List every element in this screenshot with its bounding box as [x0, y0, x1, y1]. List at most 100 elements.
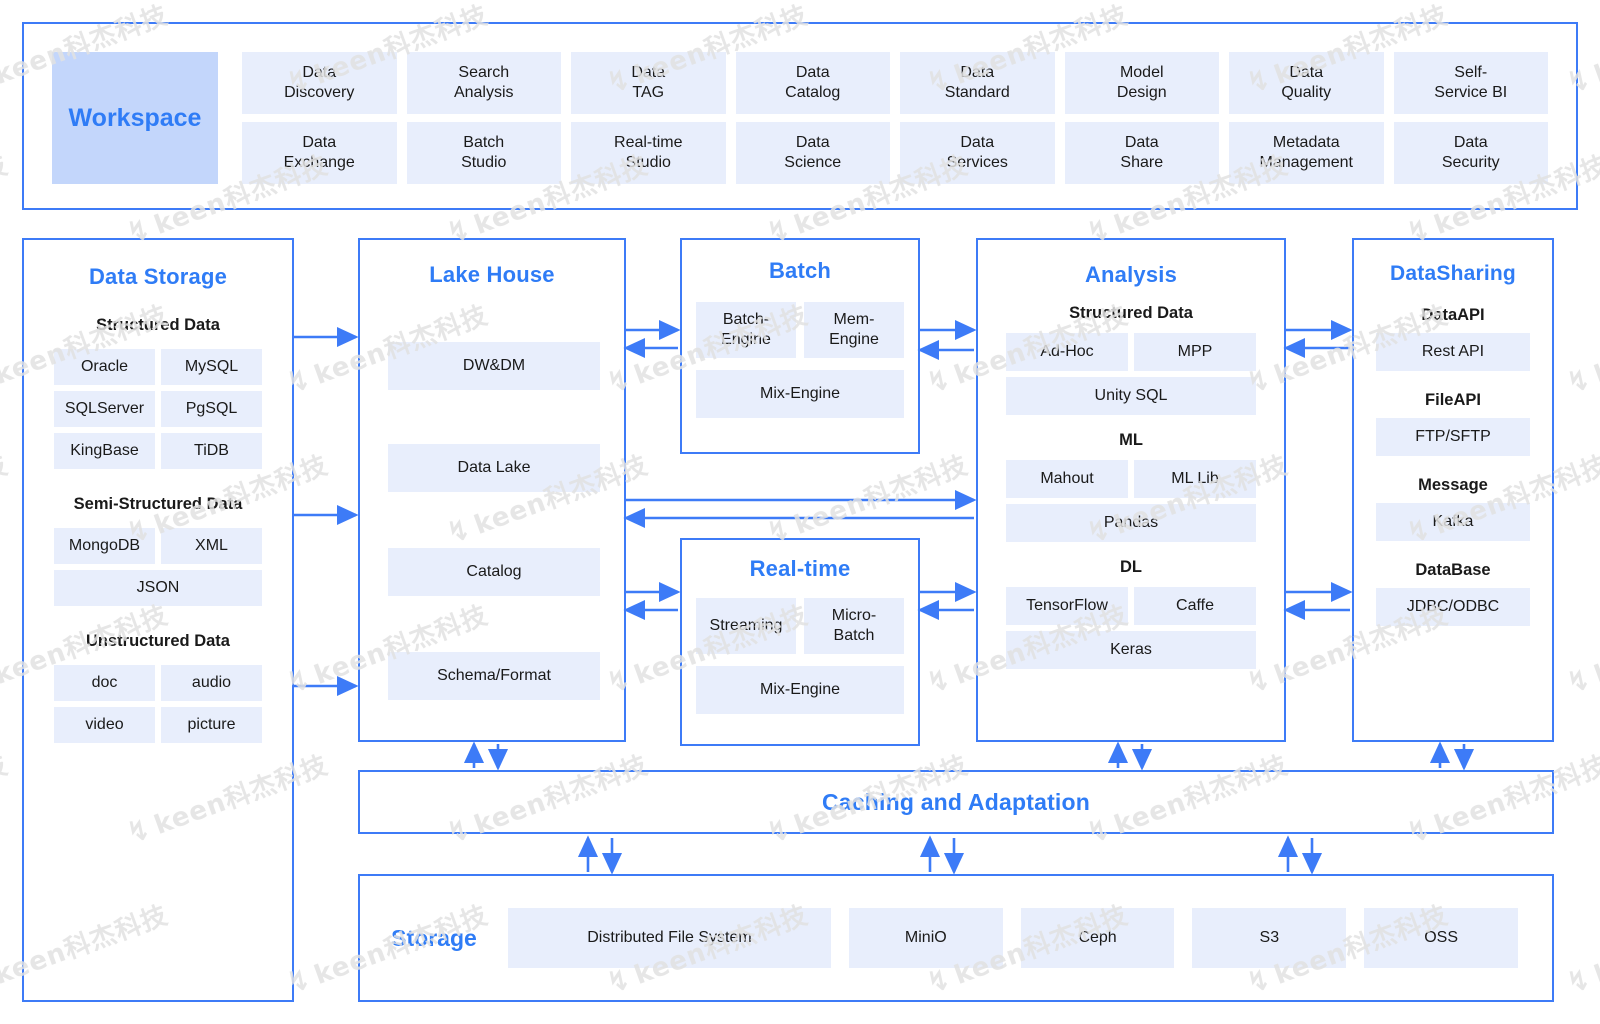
workspace-tile-3[interactable]: Data TAG	[571, 52, 726, 114]
data-sharing-body: DataAPI Rest API FileAPI FTP/SFTP Message Kaf…	[1354, 306, 1552, 626]
data-sharing-tile-jdbc-odbc[interactable]: JDBC/ODBC	[1376, 588, 1530, 626]
data-storage-title: Data Storage	[88, 264, 228, 289]
data-storage-row: video picture	[54, 707, 262, 743]
data-storage-group-title-1: Structured Data	[96, 316, 220, 334]
batch-title: Batch	[768, 258, 832, 283]
realtime-engine-row: Streaming Micro- Batch	[696, 598, 904, 654]
data-storage-tile-kingbase[interactable]: KingBase	[54, 433, 155, 469]
data-sharing-group-title-1: DataAPI	[1421, 306, 1485, 324]
data-storage-tile-json[interactable]: JSON	[54, 570, 262, 606]
workspace-tile-grid: Data Discovery Search Analysis Data TAG Data Ca…	[242, 52, 1548, 184]
analysis-tile-mahout[interactable]: Mahout	[1006, 460, 1128, 498]
data-storage-row: MongoDB XML	[54, 528, 262, 564]
lake-house-tile-data-lake[interactable]: Data Lake	[388, 444, 600, 492]
data-sharing-group-title-3: Message	[1418, 476, 1488, 494]
workspace-tile-9[interactable]: Data Exchange	[242, 122, 397, 184]
analysis-tile-unity-sql[interactable]: Unity SQL	[1006, 377, 1256, 415]
batch-panel: Batch Batch- Engine Mem- Engine Mix-Engine	[680, 238, 920, 454]
data-sharing-tile-rest-api[interactable]: Rest API	[1376, 333, 1530, 371]
data-sharing-tile-ftp-sftp[interactable]: FTP/SFTP	[1376, 418, 1530, 456]
workspace-label: Workspace	[52, 52, 218, 184]
lake-house-panel: Lake House DW&DM Data Lake Catalog Schema/F…	[358, 238, 626, 742]
data-storage-tile-mysql[interactable]: MySQL	[161, 349, 262, 385]
data-storage-row: Oracle MySQL	[54, 349, 262, 385]
analysis-row: Ad-Hoc MPP	[1006, 333, 1256, 371]
realtime-tile-1[interactable]: Streaming	[696, 598, 796, 654]
analysis-tile-pandas[interactable]: Pandas	[1006, 504, 1256, 542]
realtime-mix-engine-row: Mix-Engine	[696, 666, 904, 714]
analysis-tile-mpp[interactable]: MPP	[1134, 333, 1256, 371]
data-sharing-group-title-4: DataBase	[1415, 561, 1491, 579]
bottom-storage-tile-minio[interactable]: MiniO	[848, 908, 1003, 968]
workspace-tile-2[interactable]: Search Analysis	[406, 52, 561, 114]
analysis-row: Unity SQL	[1006, 377, 1256, 415]
data-storage-tile-tidb[interactable]: TiDB	[161, 433, 262, 469]
workspace-panel: Workspace Data Discovery Search Analysis Dat…	[22, 22, 1578, 210]
realtime-tile-2[interactable]: Micro- Batch	[804, 598, 904, 654]
batch-tile-1[interactable]: Batch- Engine	[696, 302, 796, 358]
data-storage-row: doc audio	[54, 665, 262, 701]
analysis-row: TensorFlow Caffe	[1006, 587, 1256, 625]
data-storage-group-title-2: Semi-Structured Data	[73, 495, 243, 513]
bottom-storage-tile-s3[interactable]: S3	[1192, 908, 1347, 968]
data-sharing-row: Rest API	[1376, 333, 1530, 371]
analysis-body: Structured Data Ad-Hoc MPP Unity SQL ML Mahou…	[978, 304, 1284, 669]
data-storage-tile-doc[interactable]: doc	[54, 665, 155, 701]
workspace-tile-12[interactable]: Data Science	[735, 122, 890, 184]
data-storage-tile-audio[interactable]: audio	[161, 665, 262, 701]
caching-title: Caching and Adaptation	[821, 788, 1091, 815]
caching-panel: Caching and Adaptation	[358, 770, 1554, 834]
analysis-group-title-3: DL	[1120, 558, 1142, 576]
analysis-tile-keras[interactable]: Keras	[1006, 631, 1256, 669]
bottom-storage-tile-oss[interactable]: OSS	[1364, 908, 1518, 968]
workspace-tile-11[interactable]: Real-time Studio	[571, 122, 726, 184]
realtime-mix-engine-tile[interactable]: Mix-Engine	[696, 666, 904, 714]
data-storage-tile-mongodb[interactable]: MongoDB	[54, 528, 155, 564]
lake-house-tile-catalog[interactable]: Catalog	[388, 548, 600, 596]
batch-mix-engine-row: Mix-Engine	[696, 370, 904, 418]
data-sharing-tile-kafka[interactable]: Kafka	[1376, 503, 1530, 541]
workspace-tile-14[interactable]: Data Share	[1064, 122, 1219, 184]
data-storage-tile-video[interactable]: video	[54, 707, 155, 743]
data-storage-tile-picture[interactable]: picture	[161, 707, 262, 743]
data-storage-tile-xml[interactable]: XML	[161, 528, 262, 564]
lake-house-tile-schema-format[interactable]: Schema/Format	[388, 652, 600, 700]
analysis-row: Pandas	[1006, 504, 1256, 542]
data-sharing-row: FTP/SFTP	[1376, 418, 1530, 456]
analysis-tile-ml-lib[interactable]: ML Lib	[1134, 460, 1256, 498]
watermark-text: ↯keen科杰科技	[1563, 900, 1600, 1002]
workspace-tile-15[interactable]: Metadata Management	[1229, 122, 1384, 184]
workspace-tile-1[interactable]: Data Discovery	[242, 52, 397, 114]
data-sharing-group-title-2: FileAPI	[1425, 391, 1481, 409]
batch-tile-2[interactable]: Mem- Engine	[804, 302, 904, 358]
workspace-tile-5[interactable]: Data Standard	[900, 52, 1055, 114]
analysis-group-title-1: Structured Data	[1069, 304, 1193, 322]
workspace-tile-13[interactable]: Data Services	[900, 122, 1055, 184]
analysis-tile-caffe[interactable]: Caffe	[1134, 587, 1256, 625]
batch-mix-engine-tile[interactable]: Mix-Engine	[696, 370, 904, 418]
bottom-storage-tile-ceph[interactable]: Ceph	[1020, 908, 1175, 968]
data-sharing-row: JDBC/ODBC	[1376, 588, 1530, 626]
watermark-text: ↯keen科杰科技	[0, 450, 13, 541]
workspace-tile-16[interactable]: Data Security	[1393, 122, 1548, 184]
analysis-title: Analysis	[1084, 262, 1178, 287]
workspace-tile-10[interactable]: Batch Studio	[406, 122, 561, 184]
workspace-tile-7[interactable]: Data Quality	[1229, 52, 1384, 114]
workspace-tile-4[interactable]: Data Catalog	[735, 52, 890, 114]
data-storage-tile-oracle[interactable]: Oracle	[54, 349, 155, 385]
analysis-tile-tensorflow[interactable]: TensorFlow	[1006, 587, 1128, 625]
workspace-tile-8[interactable]: Self- Service BI	[1393, 52, 1548, 114]
analysis-panel: Analysis Structured Data Ad-Hoc MPP Unity S…	[976, 238, 1286, 742]
data-storage-panel: Data Storage Structured Data Oracle MySQL S…	[22, 238, 294, 1002]
data-storage-tile-pgsql[interactable]: PgSQL	[161, 391, 262, 427]
workspace-tile-6[interactable]: Model Design	[1064, 52, 1219, 114]
data-storage-tile-sqlserver[interactable]: SQLServer	[54, 391, 155, 427]
realtime-title: Real-time	[749, 556, 851, 581]
data-storage-group-title-3: Unstructured Data	[86, 632, 230, 650]
analysis-row: Mahout ML Lib	[1006, 460, 1256, 498]
bottom-storage-tile-distributed-file-system[interactable]: Distributed File System	[508, 908, 831, 968]
lake-house-tile-dw-dm[interactable]: DW&DM	[388, 342, 600, 390]
data-storage-row: KingBase TiDB	[54, 433, 262, 469]
analysis-tile-ad-hoc[interactable]: Ad-Hoc	[1006, 333, 1128, 371]
data-sharing-title: DataSharing	[1390, 262, 1516, 285]
